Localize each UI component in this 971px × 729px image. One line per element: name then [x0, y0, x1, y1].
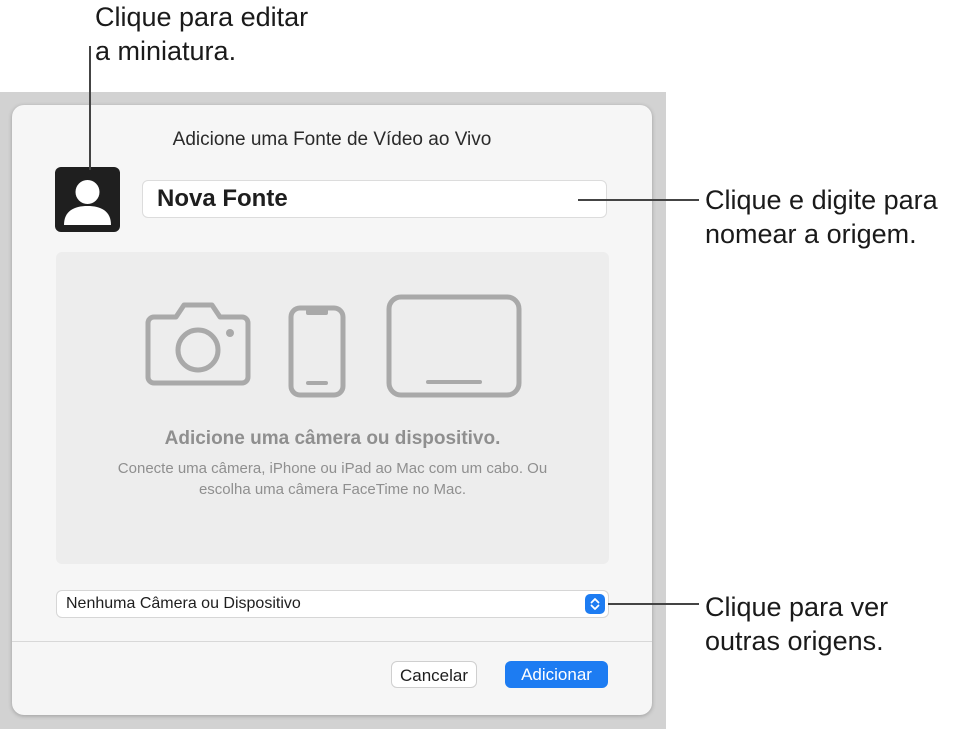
- add-button[interactable]: Adicionar: [505, 661, 608, 688]
- callout-thumbnail: Clique para editar a miniatura.: [95, 2, 309, 66]
- callout-line-name: [578, 199, 699, 201]
- callout-line-sources: [608, 603, 699, 605]
- dialog-title: Adicione uma Fonte de Vídeo ao Vivo: [172, 129, 492, 150]
- callout-name: Clique e digite para nomear a origem.: [705, 185, 938, 249]
- callout-line-thumbnail: [89, 46, 91, 170]
- iphone-icon: [288, 305, 346, 398]
- callout-sources: Clique para ver outras origens.: [705, 592, 889, 656]
- source-name-field[interactable]: [142, 180, 607, 218]
- add-live-video-source-dialog: Adicione uma Fonte de Vídeo ao Vivo Nova…: [12, 105, 652, 715]
- camera-icon: [145, 302, 251, 386]
- person-silhouette-icon: [64, 180, 111, 225]
- cancel-button[interactable]: Cancelar: [391, 661, 477, 688]
- ipad-icon: [386, 294, 522, 398]
- chevron-up-down-icon[interactable]: [585, 594, 605, 614]
- dialog-divider: [12, 641, 652, 642]
- source-select-value: Nenhuma Câmera ou Dispositivo: [66, 595, 301, 612]
- source-thumbnail[interactable]: [55, 167, 120, 232]
- drop-area-description: Conecte uma câmera, iPhone ou iPad ao Ma…: [117, 460, 548, 498]
- screenshot-stage: Clique para editar a miniatura. Clique e…: [0, 0, 971, 729]
- drop-area-heading: Adicione uma câmera ou dispositivo.: [164, 428, 501, 449]
- device-drop-area: Adicione uma câmera ou dispositivo. Cone…: [56, 252, 609, 564]
- source-select[interactable]: Nenhuma Câmera ou Dispositivo: [56, 590, 609, 618]
